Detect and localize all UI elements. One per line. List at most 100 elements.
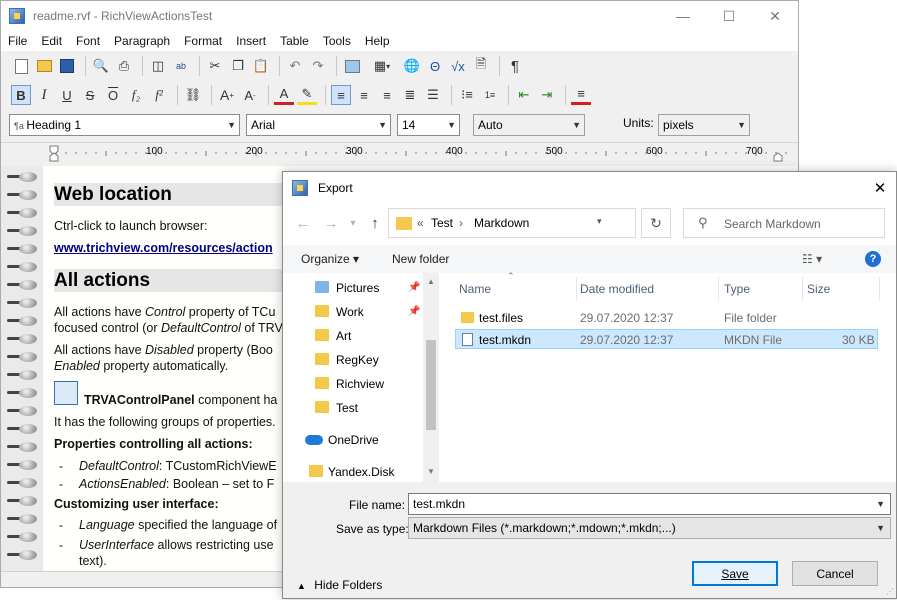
paste-icon[interactable]: 📋 <box>251 56 271 76</box>
chevron-down-icon[interactable]: ▾ <box>597 216 602 227</box>
back-arrow-icon[interactable]: ← <box>291 211 315 235</box>
insert-symbol-icon[interactable]: Θ <box>425 56 445 76</box>
numbering-icon[interactable]: 1≡ <box>480 85 500 105</box>
font-name-combo[interactable]: Arial ▼ <box>246 114 391 136</box>
save-button[interactable]: Save <box>692 561 778 586</box>
align-justify-icon[interactable]: ≣ <box>400 85 420 105</box>
open-folder-icon[interactable] <box>34 56 54 76</box>
font-size-combo[interactable]: 14 ▼ <box>397 114 460 136</box>
up-arrow-icon[interactable]: ↑ <box>363 211 387 235</box>
ruler[interactable]: 100 200 300 400 500 600 700 <box>1 142 798 162</box>
new-folder-button[interactable]: New folder <box>392 252 449 266</box>
left-margin-marker-icon[interactable] <box>49 152 59 162</box>
column-type[interactable]: Type <box>724 282 750 296</box>
save-as-type-select[interactable]: Markdown Files (*.markdown;*.mdown;*.mkd… <box>408 517 891 539</box>
menu-format[interactable]: Format <box>177 34 229 48</box>
column-divider[interactable] <box>576 277 577 301</box>
menu-font[interactable]: Font <box>69 34 107 48</box>
menu-insert[interactable]: Insert <box>229 34 273 48</box>
column-divider[interactable] <box>718 277 719 301</box>
find-icon[interactable]: ◫ <box>148 56 168 76</box>
column-size[interactable]: Size <box>807 282 830 296</box>
scrollbar-thumb[interactable] <box>426 340 436 430</box>
cancel-button[interactable]: Cancel <box>792 561 878 586</box>
search-input[interactable]: ⚲ Search Markdown <box>683 208 885 238</box>
refresh-icon[interactable]: ↻ <box>641 208 671 238</box>
insert-equation-icon[interactable]: √x <box>448 56 468 76</box>
superscript-button[interactable]: f² <box>149 85 169 105</box>
bold-button[interactable]: B <box>11 85 31 105</box>
increase-indent-icon[interactable]: ⇥ <box>537 85 557 105</box>
scroll-down-icon[interactable]: ▼ <box>427 467 435 476</box>
close-button[interactable]: ✕ <box>752 1 798 31</box>
file-row-test-mkdn[interactable]: test.mkdn 29.07.2020 12:37 MKDN File 30 … <box>455 329 878 349</box>
nav-item-work[interactable]: Work 📌 <box>283 301 423 323</box>
font-grow-icon[interactable]: A + <box>217 85 237 105</box>
save-disk-icon[interactable] <box>57 56 77 76</box>
print-preview-icon[interactable]: 🔍 <box>91 56 111 76</box>
align-distribute-icon[interactable]: ☰ <box>423 85 443 105</box>
breadcrumb-markdown[interactable]: Markdown <box>474 216 529 230</box>
font-shrink-icon[interactable]: A- <box>240 85 260 105</box>
nav-item-pictures[interactable]: Pictures 📌 <box>283 277 423 299</box>
navigation-scrollbar[interactable]: ▲ ▼ <box>423 273 439 482</box>
hyperlink-text[interactable]: www.trichview.com/resources/action <box>54 241 273 255</box>
hyperlink-trichview[interactable]: www.trichview.com/resources/action <box>54 241 273 255</box>
show-special-characters-icon[interactable]: ¶ <box>505 56 525 76</box>
color-combo[interactable]: Auto ▼ <box>473 114 585 136</box>
undo-icon[interactable]: ↶ <box>285 56 305 76</box>
units-combo[interactable]: pixels ▼ <box>658 114 750 136</box>
minimize-button[interactable]: — <box>660 1 706 31</box>
text-color-icon[interactable]: A <box>274 85 294 105</box>
menu-file[interactable]: File <box>1 34 34 48</box>
resize-grip-icon[interactable]: ⋰ <box>886 587 894 596</box>
hide-folders-toggle[interactable]: ▲ Hide Folders <box>297 578 382 592</box>
align-center-icon[interactable]: ≡ <box>354 85 374 105</box>
subscript-button[interactable]: f₂ <box>126 85 146 105</box>
column-name[interactable]: Name <box>459 282 491 296</box>
menu-table[interactable]: Table <box>273 34 316 48</box>
menu-tools[interactable]: Tools <box>316 34 358 48</box>
right-margin-marker-icon[interactable] <box>773 152 783 162</box>
scroll-up-icon[interactable]: ▲ <box>427 277 435 286</box>
nav-item-art[interactable]: Art <box>283 325 423 347</box>
print-icon[interactable]: ⎙ <box>114 56 134 76</box>
highlight-icon[interactable]: ✎ <box>297 85 317 105</box>
redo-icon[interactable]: ↷ <box>308 56 328 76</box>
address-bar[interactable]: « Test › Markdown ▾ <box>388 208 636 238</box>
insert-picture-icon[interactable] <box>342 56 362 76</box>
nav-item-regkey[interactable]: RegKey <box>283 349 423 371</box>
column-divider[interactable] <box>802 277 803 301</box>
nav-item-onedrive[interactable]: OneDrive <box>283 429 423 451</box>
italic-button[interactable]: I <box>34 85 54 105</box>
decrease-indent-icon[interactable]: ⇤ <box>514 85 534 105</box>
column-divider[interactable] <box>879 277 880 301</box>
help-icon[interactable]: ? <box>865 251 881 267</box>
align-right-icon[interactable]: ≡ <box>377 85 397 105</box>
paragraph-style-combo[interactable]: ¶a Heading 1 ▼ <box>9 114 240 136</box>
change-view-icon[interactable]: ☷ ▾ <box>802 252 822 266</box>
new-document-icon[interactable] <box>11 56 31 76</box>
menu-paragraph[interactable]: Paragraph <box>107 34 177 48</box>
insert-hyperlink-icon[interactable]: 🌐 <box>402 56 422 76</box>
menu-help[interactable]: Help <box>358 34 397 48</box>
cut-icon[interactable]: ✂ <box>205 56 225 76</box>
nav-item-test[interactable]: Test <box>283 397 423 419</box>
overline-button[interactable]: O <box>103 85 123 105</box>
dialog-close-button[interactable]: ✕ <box>864 172 896 203</box>
align-left-icon[interactable]: ≡ <box>331 85 351 105</box>
breadcrumb-test[interactable]: Test <box>431 216 453 230</box>
forward-arrow-icon[interactable]: → <box>319 211 343 235</box>
spell-check-icon[interactable]: ab <box>171 56 191 76</box>
insert-file-icon[interactable]: 🗎 <box>471 56 491 76</box>
strikethrough-button[interactable]: S <box>80 85 100 105</box>
column-date-modified[interactable]: Date modified <box>580 282 654 296</box>
file-row-test-files[interactable]: test.files 29.07.2020 12:37 File folder <box>455 308 878 328</box>
organize-button[interactable]: Organize ▾ <box>301 252 359 266</box>
breadcrumb-overflow[interactable]: « <box>417 216 424 230</box>
nav-item-richview[interactable]: Richview <box>283 373 423 395</box>
bullets-icon[interactable]: ⁝≡ <box>457 85 477 105</box>
paragraph-color-icon[interactable]: ≡ <box>571 85 591 105</box>
maximize-button[interactable]: ☐ <box>706 1 752 31</box>
insert-table-icon[interactable]: ▦ ▾ <box>365 56 399 76</box>
